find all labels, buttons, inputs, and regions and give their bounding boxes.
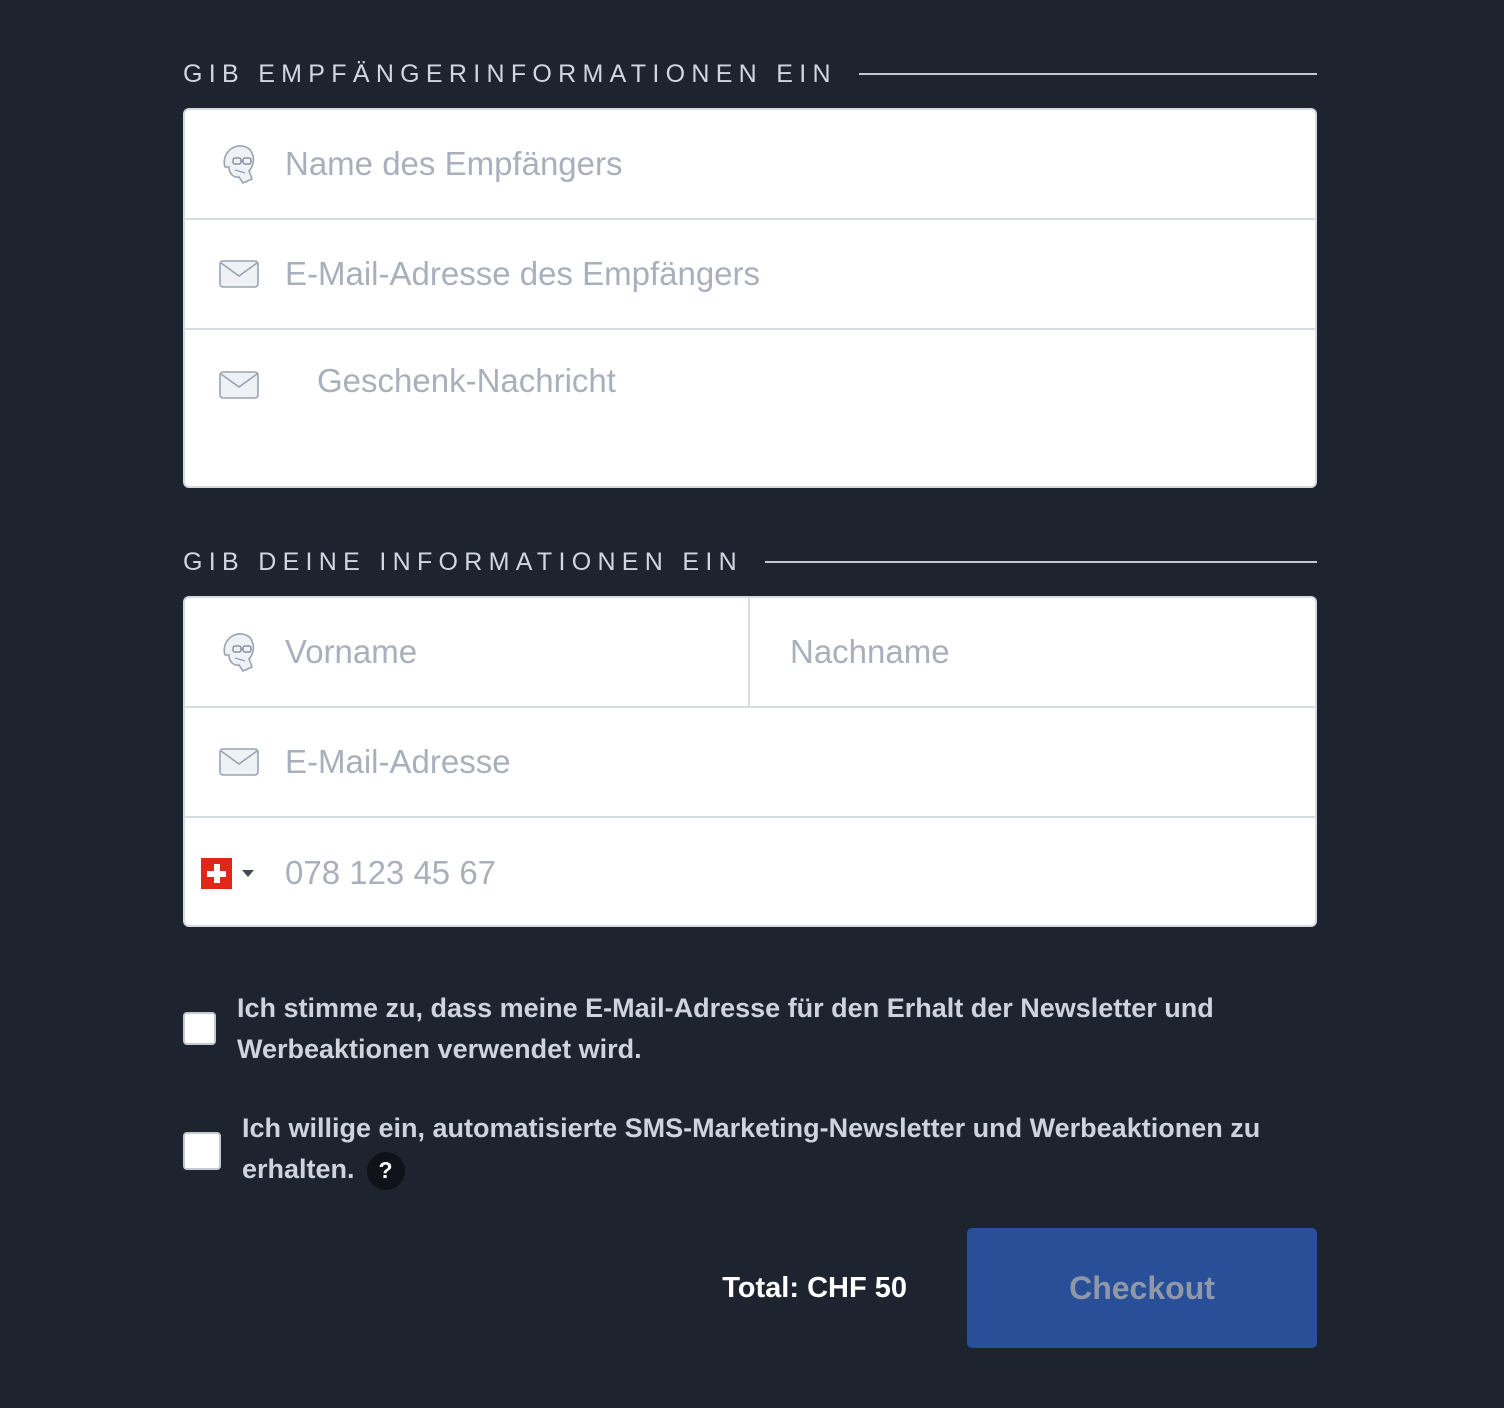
gift-message-textarea[interactable] <box>285 330 1315 486</box>
recipient-name-input[interactable] <box>285 110 1315 218</box>
caret-down-icon <box>242 869 254 877</box>
envelope-icon <box>185 220 285 328</box>
recipient-section-heading: GIB EMPFÄNGERINFORMATIONEN EIN <box>183 59 1317 89</box>
sender-email-input[interactable] <box>285 708 1315 816</box>
newsletter-checkbox[interactable] <box>183 1012 216 1045</box>
order-total: Total: CHF 50 <box>722 1271 907 1304</box>
name-split <box>185 598 1315 706</box>
checkout-footer: Total: CHF 50 Checkout <box>183 1228 1317 1348</box>
sender-heading-text: GIB DEINE INFORMATIONEN EIN <box>183 547 743 576</box>
recipient-email-input[interactable] <box>285 220 1315 328</box>
heading-divider <box>764 561 1317 563</box>
user-icon <box>185 598 285 706</box>
recipient-card <box>183 108 1317 488</box>
country-code-selector[interactable] <box>185 857 285 889</box>
phone-input[interactable] <box>285 818 1315 925</box>
help-icon[interactable]: ? <box>366 1151 405 1190</box>
sender-name-row <box>185 598 1315 708</box>
recipient-name-row <box>185 110 1315 220</box>
recipient-heading-text: GIB EMPFÄNGERINFORMATIONEN EIN <box>183 59 837 88</box>
gift-message-row <box>185 330 1315 486</box>
first-name-cell <box>185 598 750 706</box>
sender-section-heading: GIB DEINE INFORMATIONEN EIN <box>183 547 1317 577</box>
swiss-flag-icon <box>201 857 232 889</box>
sender-email-row <box>185 708 1315 818</box>
checkout-button[interactable]: Checkout <box>967 1228 1317 1348</box>
newsletter-consent: Ich stimme zu, dass meine E-Mail-Adresse… <box>183 988 1317 1070</box>
sms-checkbox[interactable] <box>183 1132 221 1170</box>
envelope-icon <box>185 330 285 440</box>
newsletter-consent-text: Ich stimme zu, dass meine E-Mail-Adresse… <box>237 993 1214 1064</box>
last-name-cell <box>750 598 1315 706</box>
sms-consent-block: Ich willige ein, automatisierte SMS-Mark… <box>242 1108 1317 1190</box>
phone-row <box>185 818 1315 925</box>
sender-card <box>183 596 1317 927</box>
sms-consent: Ich willige ein, automatisierte SMS-Mark… <box>183 1108 1317 1190</box>
first-name-input[interactable] <box>285 598 748 706</box>
last-name-input[interactable] <box>790 598 1315 706</box>
user-icon <box>185 110 285 218</box>
envelope-icon <box>185 708 285 816</box>
heading-divider <box>858 73 1317 75</box>
recipient-email-row <box>185 220 1315 330</box>
